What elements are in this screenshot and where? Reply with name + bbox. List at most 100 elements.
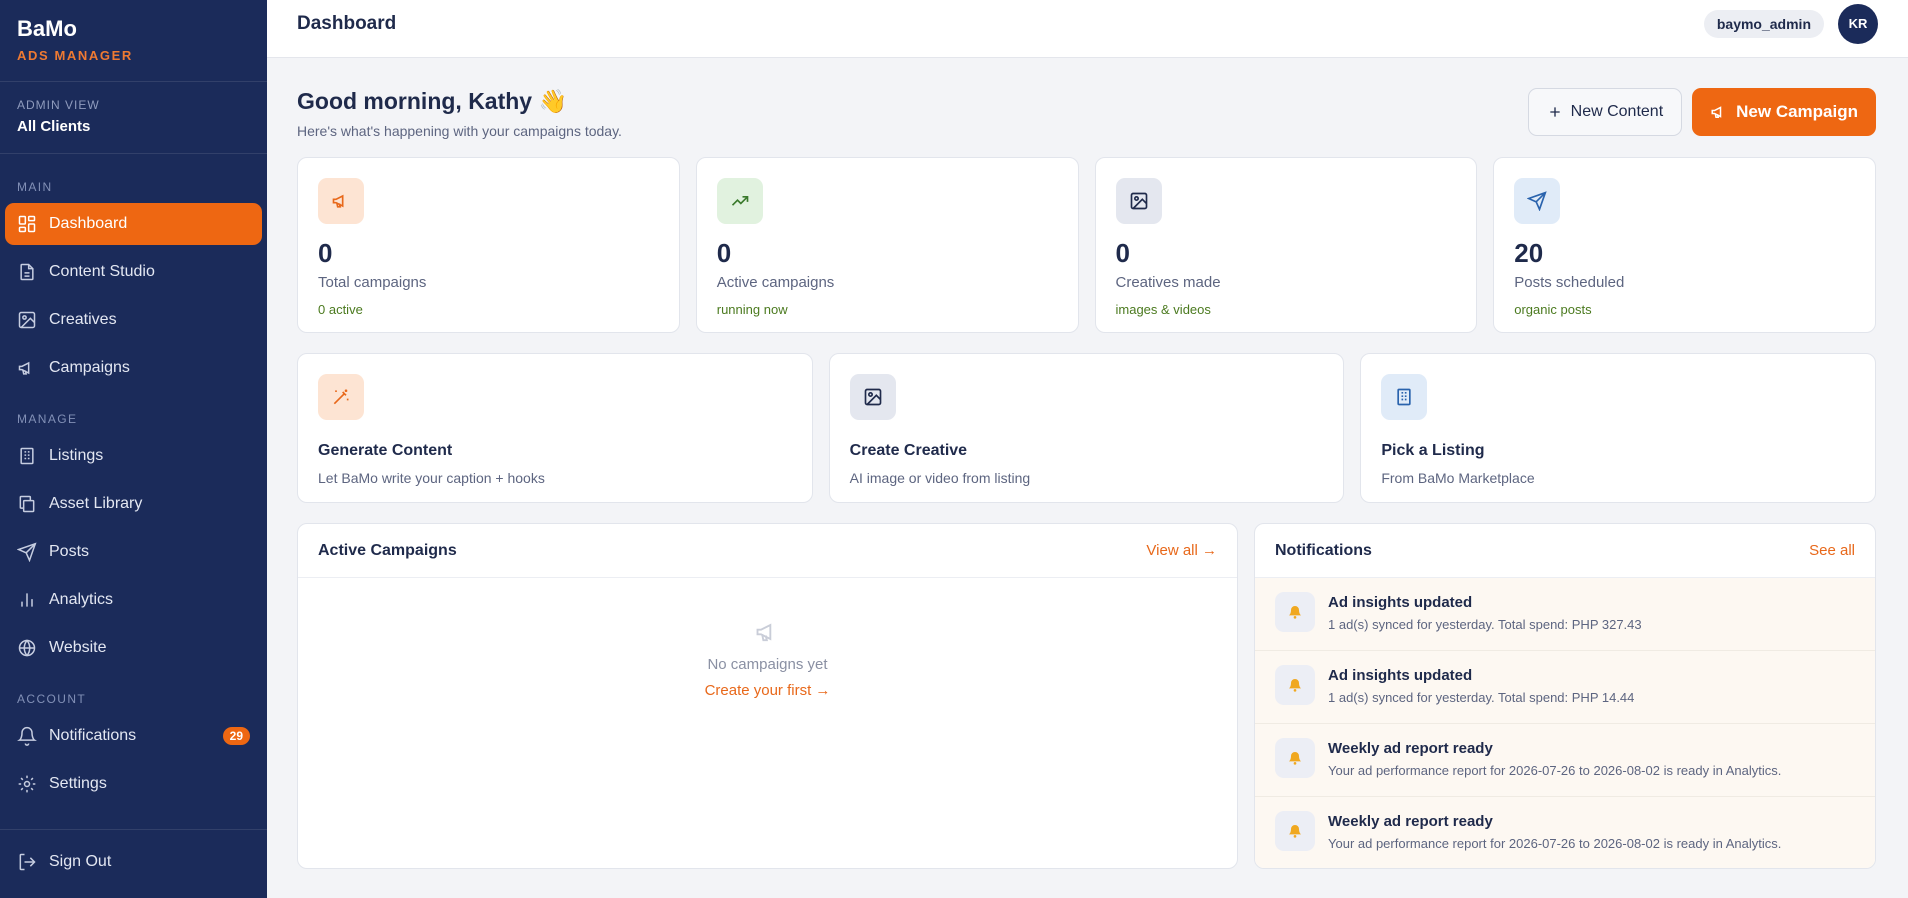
top-bar: Dashboard baymo_admin KR — [267, 0, 1908, 58]
bell-icon — [1275, 665, 1315, 705]
sidebar-item-creatives[interactable]: Creatives — [5, 299, 262, 341]
sidebar-item-posts[interactable]: Posts — [5, 531, 262, 573]
sidebar-item-listings[interactable]: Listings — [5, 435, 262, 477]
sidebar-item-notifications[interactable]: Notifications 29 — [5, 715, 262, 757]
trending-up-icon — [716, 178, 763, 224]
notification-item[interactable]: Ad insights updated 1 ad(s) synced for y… — [1255, 578, 1875, 651]
bell-icon — [1275, 592, 1315, 632]
notification-item[interactable]: Weekly ad report ready Your ad performan… — [1255, 724, 1875, 797]
quick-action-title: Generate Content — [318, 442, 453, 459]
sidebar-item-label: Campaigns — [49, 359, 130, 376]
notification-title: Weekly ad report ready — [1328, 740, 1493, 757]
bell-icon — [1275, 811, 1315, 851]
new-content-button[interactable]: New Content — [1527, 88, 1683, 136]
empty-state-text: No campaigns yet — [707, 656, 828, 673]
notification-item[interactable]: Ad insights updated 1 ad(s) synced for y… — [1255, 651, 1875, 724]
bell-icon — [17, 726, 37, 746]
notification-body: Ad insights updated 1 ad(s) synced for y… — [1328, 592, 1642, 632]
notification-body: Ad insights updated 1 ad(s) synced for y… — [1328, 665, 1634, 705]
sidebar-item-label: Analytics — [49, 591, 114, 608]
stat-card-posts-scheduled: 20 Posts scheduled organic posts — [1493, 157, 1876, 333]
send-icon — [17, 542, 37, 562]
create-creative-card[interactable]: Create Creative AI image or video from l… — [828, 353, 1345, 503]
quick-action-subtitle: Let BaMo write your caption + hooks — [318, 470, 545, 486]
main-area: Dashboard baymo_admin KR Good morning, K… — [267, 0, 1908, 898]
notification-text: Your ad performance report for 2026-07-2… — [1328, 763, 1782, 778]
admin-view-value: All Clients — [17, 118, 91, 135]
generate-content-card[interactable]: Generate Content Let BaMo write your cap… — [297, 353, 813, 503]
admin-view[interactable]: ADMIN VIEW All Clients — [0, 82, 267, 154]
stat-sub: running now — [716, 302, 788, 317]
sign-out-button[interactable]: Sign Out — [5, 841, 262, 883]
create-first-campaign-link[interactable]: Create your first → — [705, 682, 831, 699]
view-all-link[interactable]: View all → — [1146, 542, 1217, 559]
quick-action-subtitle: AI image or video from listing — [849, 470, 1031, 486]
sidebar-item-label: Posts — [49, 543, 90, 560]
notification-item[interactable]: Weekly ad report ready Your ad performan… — [1255, 797, 1875, 868]
notification-text: 1 ad(s) synced for yesterday. Total spen… — [1328, 617, 1642, 632]
stat-label: Active campaigns — [716, 274, 835, 291]
stat-card-creatives-made: 0 Creatives made images & videos — [1094, 157, 1478, 333]
megaphone-icon — [1710, 103, 1736, 121]
nav-section-main: MAIN — [17, 180, 53, 194]
sidebar-item-content-studio[interactable]: Content Studio — [5, 251, 262, 293]
megaphone-icon — [318, 178, 364, 224]
image-icon — [849, 374, 896, 420]
stat-value: 20 — [1514, 238, 1544, 268]
header-actions: New Content New Campaign — [1527, 88, 1876, 136]
stat-value: 0 — [318, 238, 333, 268]
bell-icon — [1275, 738, 1315, 778]
sidebar-item-label: Notifications — [49, 727, 137, 744]
stats-row: 0 Total campaigns 0 active 0 Active camp… — [297, 157, 1876, 333]
plus-icon — [1547, 104, 1571, 120]
quick-action-title: Pick a Listing — [1381, 442, 1485, 459]
active-campaigns-panel: Active Campaigns View all → No campaigns… — [297, 523, 1238, 869]
building-icon — [1381, 374, 1428, 420]
notification-body: Weekly ad report ready Your ad performan… — [1328, 811, 1781, 851]
user-area: baymo_admin KR — [1703, 3, 1878, 44]
empty-state: No campaigns yet Create your first → — [298, 578, 1237, 699]
greeting-subtitle: Here's what's happening with your campai… — [297, 123, 622, 139]
see-all-link[interactable]: See all — [1809, 542, 1855, 559]
nav-section-account: ACCOUNT — [17, 692, 87, 706]
new-campaign-label: New Campaign — [1736, 102, 1858, 121]
panel-header: Notifications See all — [1255, 524, 1875, 578]
notification-text: Your ad performance report for 2026-07-2… — [1328, 836, 1782, 851]
sidebar-item-analytics[interactable]: Analytics — [5, 579, 262, 621]
stat-value: 0 — [1115, 238, 1130, 268]
notification-title: Ad insights updated — [1328, 594, 1473, 611]
nav-section-manage: MANAGE — [17, 412, 78, 426]
image-icon — [1115, 178, 1162, 224]
dashboard-content: Good morning, Kathy 👋 Here's what's happ… — [267, 58, 1908, 869]
image-icon — [17, 310, 37, 330]
brand-name: BaMo — [17, 16, 77, 41]
stat-value: 0 — [716, 238, 732, 268]
quick-action-title: Create Creative — [849, 442, 968, 459]
sidebar-item-dashboard[interactable]: Dashboard — [5, 203, 262, 245]
sidebar-item-settings[interactable]: Settings — [5, 763, 262, 805]
username-pill[interactable]: baymo_admin — [1703, 9, 1824, 38]
pick-listing-card[interactable]: Pick a Listing From BaMo Marketplace — [1360, 353, 1877, 503]
stat-card-active-campaigns: 0 Active campaigns running now — [695, 157, 1079, 333]
stat-sub: 0 active — [318, 302, 363, 317]
log-out-icon — [17, 852, 37, 872]
avatar[interactable]: KR — [1838, 3, 1878, 44]
signout-section: Sign Out — [0, 829, 267, 898]
megaphone-icon — [754, 618, 782, 646]
notifications-panel: Notifications See all Ad insights update… — [1254, 523, 1876, 869]
panel-title: Notifications — [1275, 541, 1372, 559]
greeting-block: Good morning, Kathy 👋 Here's what's happ… — [297, 88, 622, 139]
bottom-panels: Active Campaigns View all → No campaigns… — [297, 523, 1876, 869]
sidebar-item-asset-library[interactable]: Asset Library — [5, 483, 262, 525]
quick-action-subtitle: From BaMo Marketplace — [1381, 470, 1535, 486]
sidebar-item-website[interactable]: Website — [5, 627, 262, 669]
panel-title: Active Campaigns — [318, 541, 457, 559]
sidebar-item-label: Website — [49, 639, 107, 656]
building-icon — [17, 446, 37, 466]
sidebar-item-campaigns[interactable]: Campaigns — [5, 347, 262, 389]
notification-body: Weekly ad report ready Your ad performan… — [1328, 738, 1781, 778]
new-campaign-button[interactable]: New Campaign — [1692, 88, 1876, 136]
notification-title: Weekly ad report ready — [1328, 813, 1493, 830]
sidebar-item-label: Dashboard — [49, 215, 128, 232]
